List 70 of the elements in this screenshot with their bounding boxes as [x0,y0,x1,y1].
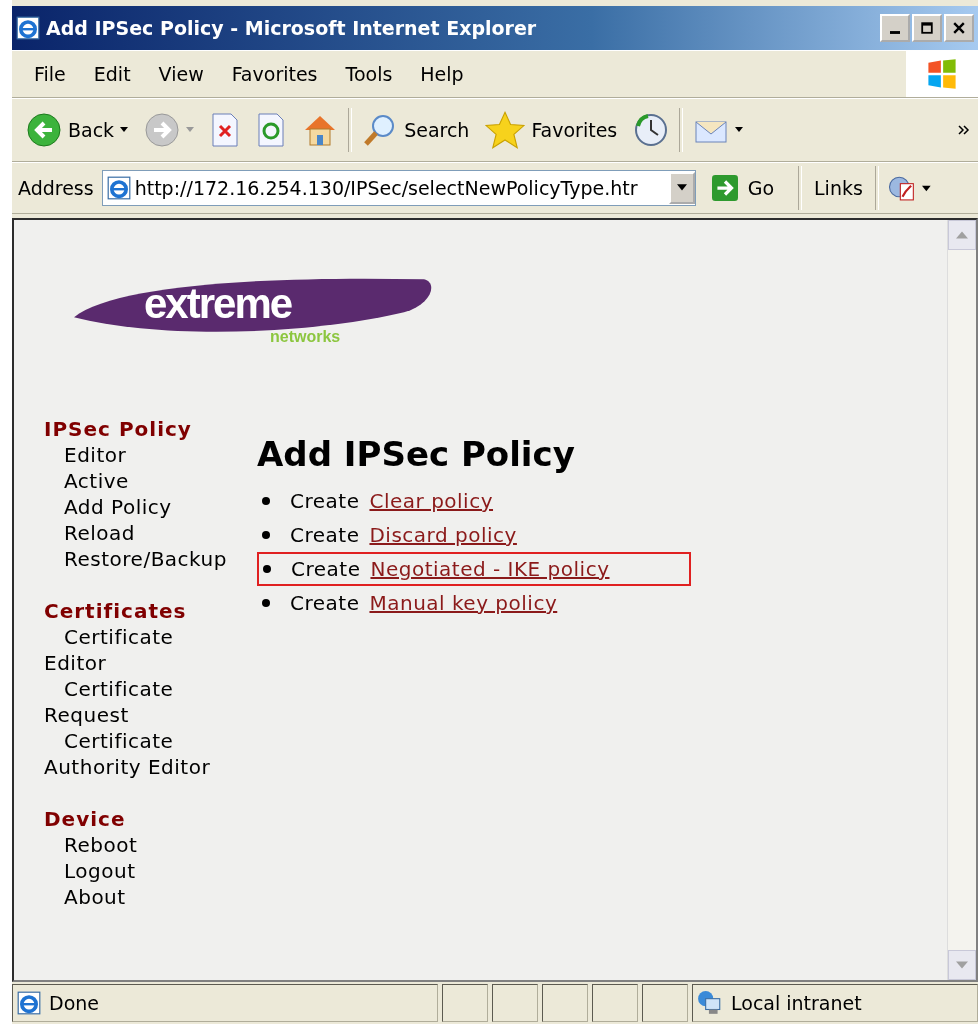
caret-icon [735,127,744,133]
dropdown-button[interactable] [668,172,695,204]
nav-link[interactable]: Certificate Editor [44,624,239,676]
clock-icon [633,112,670,148]
nav-link[interactable]: Reboot [44,832,239,858]
nav-link[interactable]: Certificate Request [44,676,239,728]
minimize-icon [890,30,900,34]
zone-panel: Local intranet [692,984,978,1022]
minimize-button[interactable] [880,14,910,42]
option-text: Create [290,523,360,547]
close-icon [953,22,965,34]
window-title: Add IPSec Policy - Microsoft Internet Explorer [46,17,538,39]
page-heading: Add IPSec Policy [257,434,576,474]
nav-link[interactable]: Logout [44,858,239,884]
status-panel [442,984,488,1022]
nav-link[interactable]: Restore/Backup [44,546,239,572]
network-icon [697,990,723,1016]
nav-link[interactable]: About [44,884,239,910]
links-button[interactable]: Links [810,177,867,199]
policy-link[interactable]: Clear policy [369,489,493,513]
refresh-icon [256,112,287,148]
address-field[interactable]: http://172.16.254.130/IPSec/selectNewPolicyType.htr [101,170,696,206]
bullet-icon [262,531,270,539]
stop-icon [210,112,241,148]
status-panel: Done [12,984,438,1022]
star-icon [485,110,526,150]
maximize-button[interactable] [912,14,942,42]
favorites-button[interactable]: Favorites [479,110,624,150]
option-text: Create [291,557,361,581]
nav-link[interactable]: Certificate Authority Editor [44,728,239,780]
down-arrow-icon [956,961,968,969]
nav-link[interactable]: Active [44,468,239,494]
caret-icon [120,127,129,133]
address-label: Address [18,177,94,199]
nav-link[interactable]: Reload [44,520,239,546]
back-button[interactable]: Back [20,112,135,148]
menu-item[interactable]: Tools [331,63,407,85]
nav-heading: IPSec Policy [44,416,193,442]
menu-item[interactable]: Favorites [217,63,332,85]
status-panel [592,984,638,1022]
menu-item[interactable]: Edit [79,63,145,85]
policy-link[interactable]: Manual key policy [369,591,558,615]
caret-icon [186,127,195,133]
page-icon [106,176,131,200]
up-arrow-icon [956,231,968,239]
browser-icon [16,16,40,40]
bullet-icon [262,599,270,607]
maximize-icon [921,22,933,34]
bullet-icon [263,565,271,573]
menu-item[interactable]: Help [406,63,478,85]
policy-link[interactable]: Discard policy [369,523,517,547]
page-icon [17,991,41,1015]
status-panel [492,984,538,1022]
search-button[interactable]: Search [356,112,476,148]
menu-item[interactable]: File [20,63,80,85]
option-text: Create [290,489,360,513]
go-button[interactable]: Go [703,175,791,201]
caret-icon [676,184,687,192]
status-panel [642,984,688,1022]
bullet-icon [262,497,270,505]
nav-link[interactable]: Add Policy [44,494,239,520]
nav-heading: Device [44,806,127,832]
option-text: Create [290,591,360,615]
policy-link[interactable]: Negotiated - IKE policy [370,557,610,581]
close-button[interactable] [944,14,974,42]
status-panel [542,984,588,1022]
nav-heading: Certificates [44,598,188,624]
chevron-icon[interactable] [958,125,970,135]
menu-item[interactable]: View [144,63,218,85]
nav-link[interactable]: Editor [44,442,239,468]
